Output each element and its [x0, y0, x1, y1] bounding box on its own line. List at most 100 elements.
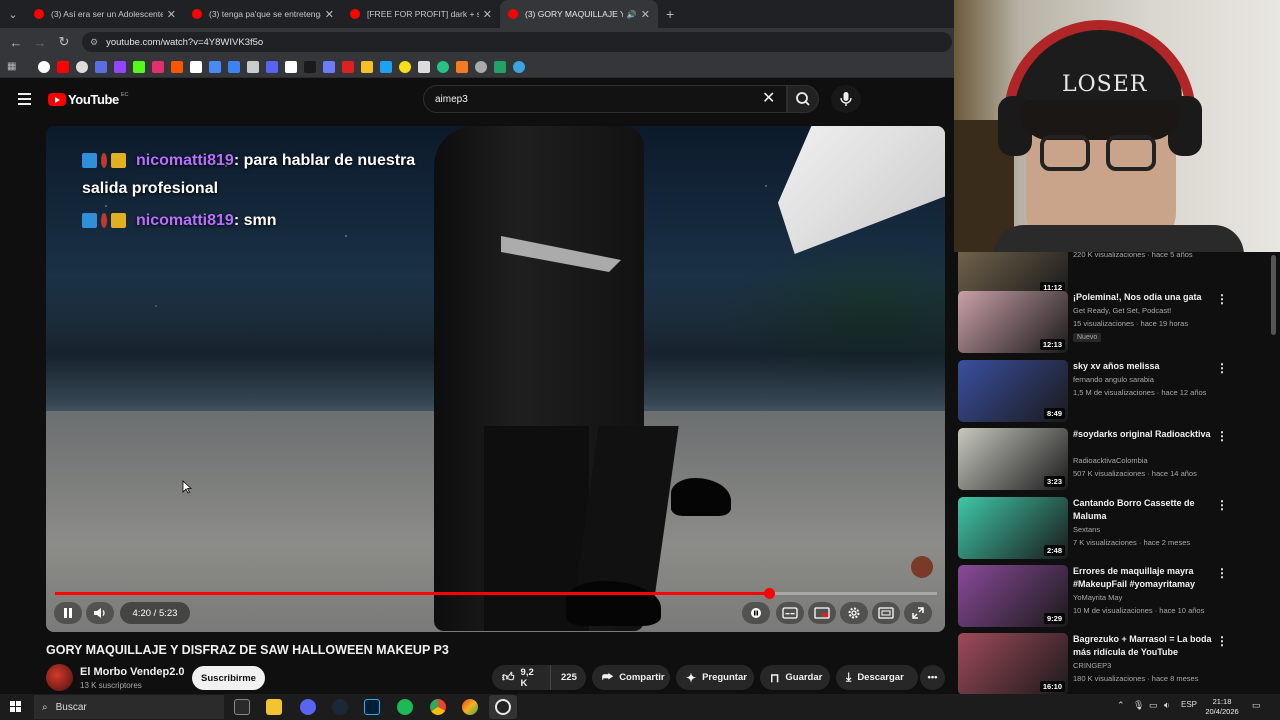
video-thumbnail[interactable]: 2:48: [958, 497, 1068, 559]
video-thumbnail[interactable]: 9:29: [958, 565, 1068, 627]
google-bookmark-icon[interactable]: [38, 60, 50, 73]
discord-bookmark-icon[interactable]: [266, 60, 278, 73]
settings-button[interactable]: [840, 602, 868, 624]
bookmark-icon[interactable]: [76, 60, 88, 73]
recommendation-title[interactable]: Bagrezuko + Marrasol = La boda más ridíc…: [1073, 633, 1213, 659]
fullscreen-button[interactable]: [904, 602, 932, 624]
video-thumbnail[interactable]: 16:10: [958, 633, 1068, 694]
close-tab-icon[interactable]: ✕: [325, 8, 334, 21]
recommendation-title[interactable]: ¡Polemina!, Nos odia una gata: [1073, 291, 1213, 304]
translate-bookmark-icon[interactable]: [209, 60, 221, 73]
recommendation-channel[interactable]: YoMayrita May: [1073, 593, 1122, 602]
cast-button[interactable]: [808, 602, 836, 624]
download-button[interactable]: ⤓ Descargar: [836, 665, 918, 690]
chrome-icon[interactable]: [430, 699, 446, 715]
youtube-logo[interactable]: YouTube EC: [48, 92, 129, 107]
spotify-icon[interactable]: [397, 699, 413, 715]
browser-app-icon[interactable]: [462, 699, 478, 715]
progress-bar[interactable]: [55, 588, 937, 599]
recommendation-item[interactable]: 9:29 Errores de maquillaje mayra #MakeupF…: [958, 565, 1268, 629]
bookmark-icon[interactable]: [342, 60, 354, 73]
video-thumbnail[interactable]: 12:13: [958, 291, 1068, 353]
share-button[interactable]: ⮫ Compartir: [592, 665, 670, 690]
bookmark-icon[interactable]: [323, 60, 335, 73]
ask-button[interactable]: ✦ Preguntar: [676, 665, 754, 690]
url-input[interactable]: ⚙ youtube.com/watch?v=4Y8WIVK3f5o: [82, 32, 952, 52]
recommendation-title[interactable]: Errores de maquillaje mayra #MakeupFail …: [1073, 565, 1213, 591]
youtube-bookmark-icon[interactable]: [57, 60, 69, 73]
video-thumbnail[interactable]: 11:12: [958, 250, 1068, 296]
pause-button[interactable]: [54, 602, 82, 624]
voice-search-button[interactable]: [831, 85, 861, 113]
video-thumbnail[interactable]: 8:49: [958, 360, 1068, 422]
twitch-bookmark-icon[interactable]: [114, 60, 126, 73]
chevron-up-icon[interactable]: ⌃: [1117, 700, 1125, 711]
microphone-icon[interactable]: 🎙︎: [1133, 700, 1144, 711]
steam-bookmark-icon[interactable]: [247, 60, 259, 73]
more-vertical-icon[interactable]: ⋮: [1216, 292, 1228, 306]
forward-arrow-icon[interactable]: →: [28, 35, 52, 50]
close-tab-icon[interactable]: ✕: [641, 8, 650, 21]
back-arrow-icon[interactable]: ←: [4, 35, 28, 50]
volume-icon[interactable]: 🔉︎: [1164, 700, 1170, 711]
more-actions-button[interactable]: •••: [920, 665, 945, 690]
sidebar-scrollbar[interactable]: [1271, 255, 1276, 335]
bookmark-icon[interactable]: [304, 60, 316, 73]
steam-icon[interactable]: [332, 699, 348, 715]
photoshop-icon[interactable]: [364, 699, 380, 715]
recommendation-title[interactable]: sky xv años melissa: [1073, 360, 1213, 373]
bookmark-icon[interactable]: [437, 60, 449, 73]
instagram-bookmark-icon[interactable]: [152, 60, 164, 73]
recommendation-item[interactable]: 12:13 ¡Polemina!, Nos odia una gata ⋮ Get R…: [958, 291, 1268, 355]
recommendation-title[interactable]: #soydarks original Radioacktiva: [1073, 428, 1213, 441]
bookmark-icon[interactable]: [513, 60, 525, 73]
bookmark-icon[interactable]: [95, 60, 107, 73]
kick-bookmark-icon[interactable]: [133, 60, 145, 73]
more-vertical-icon[interactable]: ⋮: [1216, 429, 1228, 443]
obs-icon[interactable]: [495, 699, 511, 715]
clear-search-icon[interactable]: ✕: [762, 89, 775, 109]
video-player[interactable]: nicomatti819: para hablar de nuestra sal…: [46, 126, 945, 632]
site-info-icon[interactable]: ⚙: [90, 37, 98, 48]
epic-games-icon[interactable]: [234, 699, 250, 715]
autoplay-toggle[interactable]: [742, 602, 770, 624]
subtitles-button[interactable]: [776, 602, 804, 624]
sheets-bookmark-icon[interactable]: [494, 60, 506, 73]
recommendation-item[interactable]: 16:10 Bagrezuko + Marrasol = La boda más …: [958, 633, 1268, 694]
save-button[interactable]: ⊓ Guardar: [760, 665, 830, 690]
close-tab-icon[interactable]: ✕: [483, 8, 492, 21]
x-bookmark-icon[interactable]: [190, 60, 202, 73]
discord-icon[interactable]: [300, 699, 316, 715]
bookmark-icon[interactable]: [418, 60, 430, 73]
channel-name[interactable]: El Morbo Vendep2.0: [80, 666, 185, 678]
recommendation-channel[interactable]: CRINGEP3: [1073, 661, 1111, 670]
dislike-button[interactable]: 225: [550, 665, 586, 690]
notion-bookmark-icon[interactable]: [285, 60, 297, 73]
notification-icon[interactable]: ▭: [1252, 700, 1261, 711]
soundcloud-bookmark-icon[interactable]: [171, 60, 183, 73]
tab-search-chevron-icon[interactable]: ⌄: [0, 0, 26, 28]
recommendation-channel[interactable]: Get Ready, Get Set, Podcast!: [1073, 306, 1171, 315]
more-vertical-icon[interactable]: ⋮: [1216, 566, 1228, 580]
bookmark-icon[interactable]: [380, 60, 392, 73]
browser-tab-active[interactable]: (3) GORY MAQUILLAJE Y DI 🔊 ✕: [500, 0, 658, 28]
language-indicator[interactable]: ESP: [1181, 700, 1197, 709]
browser-tab-1[interactable]: (3) Así era ser un Adolescente ✕: [26, 0, 184, 28]
more-vertical-icon[interactable]: ⋮: [1216, 634, 1228, 648]
search-button[interactable]: [787, 85, 819, 113]
new-tab-icon[interactable]: +: [666, 6, 674, 22]
taskbar-search-input[interactable]: ⌕ Buscar: [34, 695, 224, 719]
more-vertical-icon[interactable]: ⋮: [1216, 361, 1228, 375]
speaker-icon[interactable]: 🔊: [627, 10, 637, 19]
theater-mode-button[interactable]: [872, 602, 900, 624]
bookmark-icon[interactable]: [228, 60, 240, 73]
recommendation-title[interactable]: Cantando Borro Cassette de Maluma: [1073, 497, 1213, 523]
channel-avatar[interactable]: [46, 664, 73, 691]
subscribe-button[interactable]: Suscribirme: [192, 666, 265, 690]
like-button[interactable]: 👍︎ 9,2 K: [492, 665, 550, 690]
volume-button[interactable]: [86, 602, 114, 624]
bookmark-icon[interactable]: [361, 60, 373, 73]
search-input[interactable]: aimep3: [423, 85, 787, 113]
close-tab-icon[interactable]: ✕: [167, 8, 176, 21]
bookmark-icon[interactable]: [456, 60, 468, 73]
